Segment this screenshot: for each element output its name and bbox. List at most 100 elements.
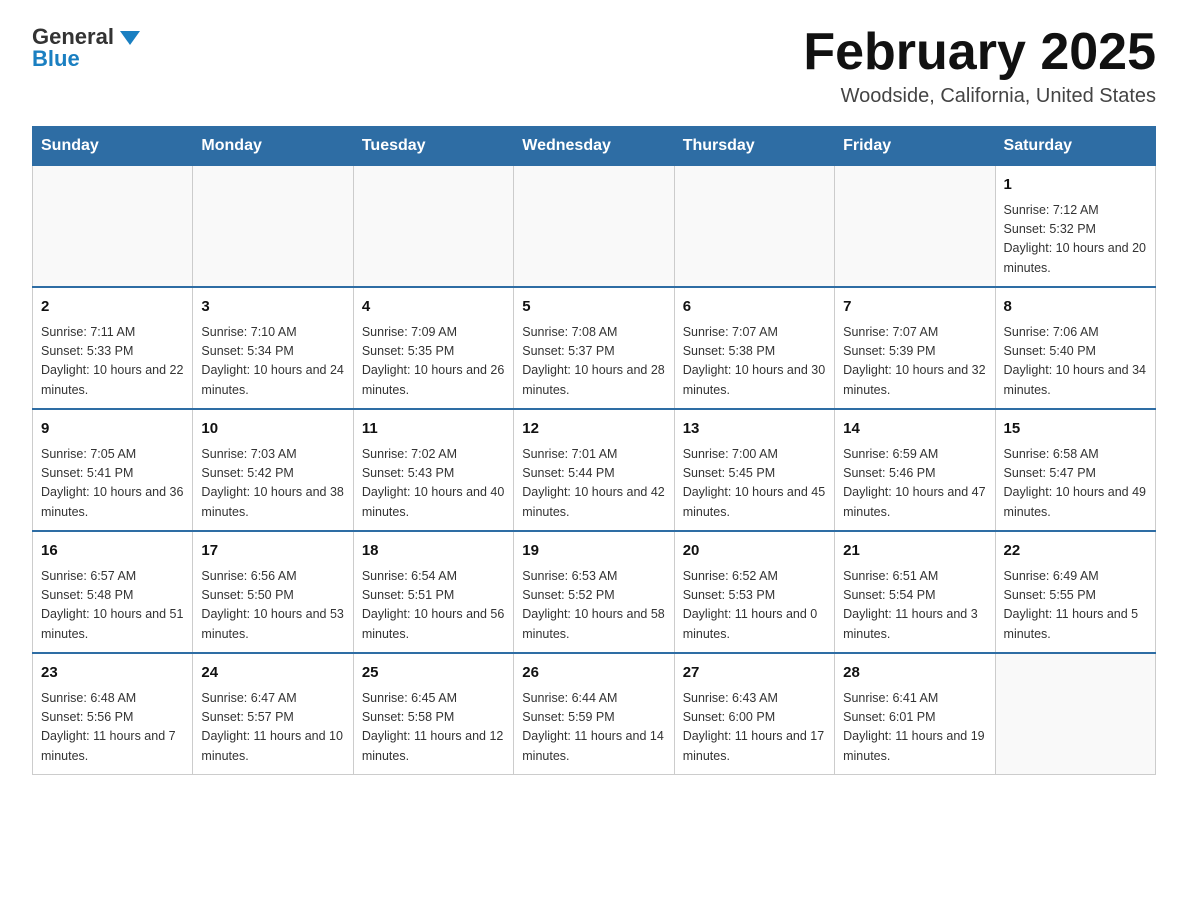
calendar-day-cell: 26 Sunrise: 6:44 AMSunset: 5:59 PMDayligh… [514, 653, 674, 775]
day-info: Sunrise: 6:47 AMSunset: 5:57 PMDaylight:… [201, 689, 344, 767]
calendar-day-cell: 17 Sunrise: 6:56 AMSunset: 5:50 PMDayligh… [193, 531, 353, 653]
day-info: Sunrise: 7:03 AMSunset: 5:42 PMDaylight:… [201, 445, 344, 523]
day-info: Sunrise: 6:59 AMSunset: 5:46 PMDaylight:… [843, 445, 986, 523]
day-number: 18 [362, 540, 505, 563]
day-info: Sunrise: 6:51 AMSunset: 5:54 PMDaylight:… [843, 567, 986, 645]
day-number: 10 [201, 418, 344, 441]
day-number: 15 [1004, 418, 1147, 441]
day-info: Sunrise: 7:12 AMSunset: 5:32 PMDaylight:… [1004, 201, 1147, 279]
day-number: 28 [843, 662, 986, 685]
day-info: Sunrise: 6:41 AMSunset: 6:01 PMDaylight:… [843, 689, 986, 767]
calendar-day-cell: 15Sunrise: 6:58 AMSunset: 5:47 PMDayligh… [995, 409, 1155, 531]
day-info: Sunrise: 7:02 AMSunset: 5:43 PMDaylight:… [362, 445, 505, 523]
page-header: General Blue February 2025 Woodside, Cal… [32, 24, 1156, 108]
day-info: Sunrise: 7:09 AMSunset: 5:35 PMDaylight:… [362, 323, 505, 401]
calendar-day-cell: 16Sunrise: 6:57 AMSunset: 5:48 PMDayligh… [33, 531, 193, 653]
calendar-day-cell: 7 Sunrise: 7:07 AMSunset: 5:39 PMDaylight… [835, 287, 995, 409]
calendar-day-cell: 27 Sunrise: 6:43 AMSunset: 6:00 PMDayligh… [674, 653, 834, 775]
day-of-week-header: Saturday [995, 127, 1155, 166]
calendar-day-cell: 14 Sunrise: 6:59 AMSunset: 5:46 PMDayligh… [835, 409, 995, 531]
calendar-day-cell: 23 Sunrise: 6:48 AMSunset: 5:56 PMDayligh… [33, 653, 193, 775]
day-number: 16 [41, 540, 184, 563]
calendar-day-cell: 13 Sunrise: 7:00 AMSunset: 5:45 PMDayligh… [674, 409, 834, 531]
day-number: 6 [683, 296, 826, 319]
day-info: Sunrise: 7:07 AMSunset: 5:38 PMDaylight:… [683, 323, 826, 401]
day-number: 21 [843, 540, 986, 563]
day-of-week-header: Thursday [674, 127, 834, 166]
day-of-week-header: Tuesday [353, 127, 513, 166]
day-number: 24 [201, 662, 344, 685]
calendar-week-row: 16Sunrise: 6:57 AMSunset: 5:48 PMDayligh… [33, 531, 1156, 653]
day-number: 14 [843, 418, 986, 441]
calendar-day-cell: 1 Sunrise: 7:12 AMSunset: 5:32 PMDaylight… [995, 166, 1155, 288]
logo-blue-text: Blue [32, 46, 80, 72]
day-info: Sunrise: 7:01 AMSunset: 5:44 PMDaylight:… [522, 445, 665, 523]
calendar-header-row: SundayMondayTuesdayWednesdayThursdayFrid… [33, 127, 1156, 166]
day-info: Sunrise: 6:49 AMSunset: 5:55 PMDaylight:… [1004, 567, 1147, 645]
calendar-week-row: 1 Sunrise: 7:12 AMSunset: 5:32 PMDaylight… [33, 166, 1156, 288]
calendar-week-row: 9Sunrise: 7:05 AMSunset: 5:41 PMDaylight… [33, 409, 1156, 531]
calendar-day-cell: 22Sunrise: 6:49 AMSunset: 5:55 PMDayligh… [995, 531, 1155, 653]
day-number: 27 [683, 662, 826, 685]
calendar-day-cell: 12 Sunrise: 7:01 AMSunset: 5:44 PMDayligh… [514, 409, 674, 531]
calendar-day-cell: 3 Sunrise: 7:10 AMSunset: 5:34 PMDaylight… [193, 287, 353, 409]
calendar-day-cell: 21 Sunrise: 6:51 AMSunset: 5:54 PMDayligh… [835, 531, 995, 653]
calendar-day-cell [514, 166, 674, 288]
day-number: 11 [362, 418, 505, 441]
day-info: Sunrise: 6:53 AMSunset: 5:52 PMDaylight:… [522, 567, 665, 645]
calendar-day-cell [353, 166, 513, 288]
calendar-day-cell: 8 Sunrise: 7:06 AMSunset: 5:40 PMDaylight… [995, 287, 1155, 409]
day-number: 13 [683, 418, 826, 441]
day-info: Sunrise: 6:43 AMSunset: 6:00 PMDaylight:… [683, 689, 826, 767]
day-info: Sunrise: 7:08 AMSunset: 5:37 PMDaylight:… [522, 323, 665, 401]
calendar-day-cell: 4 Sunrise: 7:09 AMSunset: 5:35 PMDaylight… [353, 287, 513, 409]
calendar-day-cell: 18 Sunrise: 6:54 AMSunset: 5:51 PMDayligh… [353, 531, 513, 653]
calendar-day-cell [674, 166, 834, 288]
calendar-day-cell: 24 Sunrise: 6:47 AMSunset: 5:57 PMDayligh… [193, 653, 353, 775]
day-info: Sunrise: 7:06 AMSunset: 5:40 PMDaylight:… [1004, 323, 1147, 401]
day-info: Sunrise: 7:10 AMSunset: 5:34 PMDaylight:… [201, 323, 344, 401]
day-info: Sunrise: 7:11 AMSunset: 5:33 PMDaylight:… [41, 323, 184, 401]
day-number: 20 [683, 540, 826, 563]
day-number: 7 [843, 296, 986, 319]
day-info: Sunrise: 6:48 AMSunset: 5:56 PMDaylight:… [41, 689, 184, 767]
day-info: Sunrise: 7:07 AMSunset: 5:39 PMDaylight:… [843, 323, 986, 401]
calendar-day-cell: 9Sunrise: 7:05 AMSunset: 5:41 PMDaylight… [33, 409, 193, 531]
calendar-day-cell: 2Sunrise: 7:11 AMSunset: 5:33 PMDaylight… [33, 287, 193, 409]
day-info: Sunrise: 6:44 AMSunset: 5:59 PMDaylight:… [522, 689, 665, 767]
day-number: 19 [522, 540, 665, 563]
day-number: 12 [522, 418, 665, 441]
day-number: 8 [1004, 296, 1147, 319]
calendar-day-cell [193, 166, 353, 288]
calendar-day-cell [33, 166, 193, 288]
day-info: Sunrise: 6:52 AMSunset: 5:53 PMDaylight:… [683, 567, 826, 645]
day-number: 3 [201, 296, 344, 319]
day-number: 17 [201, 540, 344, 563]
day-of-week-header: Wednesday [514, 127, 674, 166]
calendar-week-row: 23 Sunrise: 6:48 AMSunset: 5:56 PMDayligh… [33, 653, 1156, 775]
day-of-week-header: Friday [835, 127, 995, 166]
calendar-day-cell: 25 Sunrise: 6:45 AMSunset: 5:58 PMDayligh… [353, 653, 513, 775]
day-info: Sunrise: 7:00 AMSunset: 5:45 PMDaylight:… [683, 445, 826, 523]
day-info: Sunrise: 6:56 AMSunset: 5:50 PMDaylight:… [201, 567, 344, 645]
logo-triangle-icon [120, 31, 140, 45]
day-number: 23 [41, 662, 184, 685]
day-info: Sunrise: 6:54 AMSunset: 5:51 PMDaylight:… [362, 567, 505, 645]
calendar-day-cell: 28 Sunrise: 6:41 AMSunset: 6:01 PMDayligh… [835, 653, 995, 775]
calendar-day-cell [835, 166, 995, 288]
day-of-week-header: Sunday [33, 127, 193, 166]
day-info: Sunrise: 6:45 AMSunset: 5:58 PMDaylight:… [362, 689, 505, 767]
header-right: February 2025 Woodside, California, Unit… [803, 24, 1156, 108]
day-number: 9 [41, 418, 184, 441]
month-title: February 2025 [803, 24, 1156, 81]
day-number: 1 [1004, 174, 1147, 197]
calendar-day-cell [995, 653, 1155, 775]
day-number: 5 [522, 296, 665, 319]
day-number: 26 [522, 662, 665, 685]
calendar-day-cell: 20 Sunrise: 6:52 AMSunset: 5:53 PMDayligh… [674, 531, 834, 653]
location-subtitle: Woodside, California, United States [803, 85, 1156, 108]
calendar-day-cell: 10 Sunrise: 7:03 AMSunset: 5:42 PMDayligh… [193, 409, 353, 531]
day-number: 25 [362, 662, 505, 685]
day-number: 4 [362, 296, 505, 319]
calendar-day-cell: 11 Sunrise: 7:02 AMSunset: 5:43 PMDayligh… [353, 409, 513, 531]
